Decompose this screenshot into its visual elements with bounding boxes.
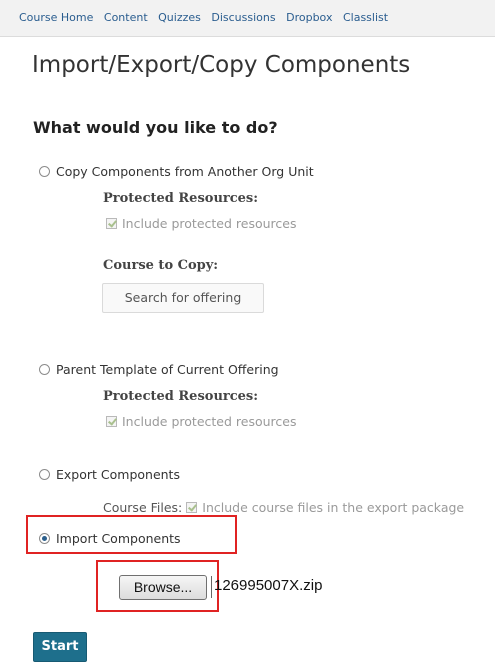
copy-components-label: Copy Components from Another Org Unit bbox=[56, 164, 314, 179]
export-components-label: Export Components bbox=[56, 467, 180, 482]
question-heading: What would you like to do? bbox=[33, 118, 278, 137]
import-components-radio[interactable] bbox=[39, 533, 50, 544]
course-to-copy-heading: Course to Copy: bbox=[103, 258, 219, 273]
file-name-separator bbox=[211, 576, 212, 598]
parent-protected-checkbox-label: Include protected resources bbox=[122, 414, 297, 429]
parent-template-label: Parent Template of Current Offering bbox=[56, 362, 279, 377]
parent-template-radio[interactable] bbox=[39, 364, 50, 375]
page-title: Import/Export/Copy Components bbox=[32, 52, 411, 78]
course-files-label: Course Files: bbox=[103, 500, 183, 515]
nav-quizzes[interactable]: Quizzes bbox=[158, 11, 201, 24]
search-offering-button[interactable]: Search for offering bbox=[102, 283, 264, 313]
copy-components-radio[interactable] bbox=[39, 166, 50, 177]
nav-content[interactable]: Content bbox=[104, 11, 148, 24]
copy-protected-option[interactable]: Include protected resources bbox=[106, 216, 296, 231]
nav-dropbox[interactable]: Dropbox bbox=[286, 11, 332, 24]
selected-file-name: 126995007X.zip bbox=[214, 577, 323, 594]
copy-protected-heading: Protected Resources: bbox=[103, 191, 259, 206]
course-navbar: Course Home Content Quizzes Discussions … bbox=[0, 0, 495, 37]
copy-protected-checkbox[interactable] bbox=[106, 218, 117, 229]
nav-discussions[interactable]: Discussions bbox=[211, 11, 275, 24]
nav-course-home[interactable]: Course Home bbox=[19, 11, 93, 24]
parent-protected-option[interactable]: Include protected resources bbox=[106, 414, 296, 429]
nav-classlist[interactable]: Classlist bbox=[343, 11, 388, 24]
copy-components-option[interactable]: Copy Components from Another Org Unit bbox=[39, 164, 314, 179]
import-components-option[interactable]: Import Components bbox=[39, 531, 181, 546]
export-components-option[interactable]: Export Components bbox=[39, 467, 180, 482]
course-files-checkbox[interactable] bbox=[186, 502, 198, 513]
export-course-files-row: Course Files: Include course files in th… bbox=[103, 500, 485, 515]
start-button[interactable]: Start bbox=[33, 632, 87, 662]
browse-button[interactable]: Browse... bbox=[119, 575, 207, 600]
copy-protected-checkbox-label: Include protected resources bbox=[122, 216, 297, 231]
parent-protected-heading: Protected Resources: bbox=[103, 389, 259, 404]
import-components-label: Import Components bbox=[56, 531, 181, 546]
parent-protected-checkbox[interactable] bbox=[106, 416, 117, 427]
parent-template-option[interactable]: Parent Template of Current Offering bbox=[39, 362, 279, 377]
export-components-radio[interactable] bbox=[39, 469, 50, 480]
course-files-checkbox-label: Include course files in the export packa… bbox=[202, 500, 465, 515]
